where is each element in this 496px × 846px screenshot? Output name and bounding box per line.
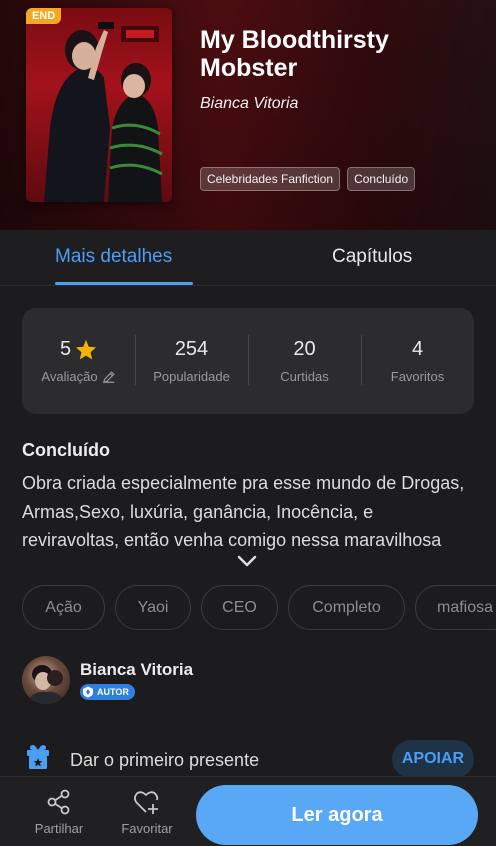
author-badge: AUTOR [80, 684, 135, 700]
genre-chip[interactable]: CEO [201, 585, 278, 630]
author-shield-icon [83, 686, 93, 698]
stat-favorites: 4 Favoritos [361, 329, 474, 393]
genre-chip[interactable]: mafiosa [415, 585, 496, 630]
author-row[interactable]: Bianca Vitoria AUTOR [22, 656, 474, 706]
completion-status: Concluído [22, 440, 110, 460]
share-icon [47, 789, 70, 815]
stat-likes: 20 Curtidas [248, 329, 361, 393]
end-badge: END [26, 8, 62, 24]
book-tags: Celebridades Fanfiction Concluído [200, 167, 416, 191]
book-header: END My Bloodthirsty Mobster Bianca Vitor… [0, 0, 496, 230]
book-cover[interactable]: END [26, 8, 172, 202]
cover-illustration [44, 22, 163, 202]
bottom-action-bar: Partilhar Favoritar Ler agora [0, 776, 496, 846]
heart-plus-icon [133, 791, 159, 814]
gift-icon [27, 745, 49, 769]
stat-popularity: 254 Popularidade [135, 329, 248, 393]
book-title: My Bloodthirsty Mobster [200, 26, 389, 82]
likes-value: 20 [293, 338, 316, 360]
read-now-button[interactable]: Ler agora [196, 785, 478, 845]
favorite-button[interactable]: Favoritar [112, 789, 182, 836]
star-icon [76, 339, 97, 360]
share-button[interactable]: Partilhar [24, 789, 94, 836]
genre-chip[interactable]: Ação [22, 585, 105, 630]
synopsis: Obra criada especialmente pra esse mundo… [22, 473, 465, 550]
tag-category[interactable]: Celebridades Fanfiction [200, 167, 341, 191]
support-button[interactable]: APOIAR [392, 740, 474, 778]
likes-label: Curtidas [280, 369, 329, 384]
author-name[interactable]: Bianca Vitoria [80, 660, 193, 680]
gift-prompt: Dar o primeiro presente [70, 750, 260, 770]
book-author[interactable]: Bianca Vitoria [200, 95, 298, 113]
favorite-label: Favoritar [121, 821, 173, 836]
tab-details[interactable]: Mais detalhes [55, 246, 172, 268]
avatar-image [26, 665, 66, 704]
genre-chips: Ação Yaoi CEO Completo mafiosa [22, 585, 496, 630]
rating-label: Avaliação [41, 369, 98, 384]
active-tab-indicator [55, 282, 193, 285]
favorites-value: 4 [411, 338, 424, 360]
genre-chip[interactable]: Yaoi [115, 585, 191, 630]
gift-row: Dar o primeiro presente APOIAR [22, 740, 474, 780]
pencil-icon[interactable] [102, 370, 116, 384]
detail-tabs: Mais detalhes Capítulos [0, 230, 496, 286]
chevron-down-icon[interactable] [236, 554, 258, 568]
genre-chip[interactable]: Completo [288, 585, 405, 630]
author-badge-label: AUTOR [97, 687, 129, 697]
tag-status[interactable]: Concluído [347, 167, 416, 191]
favorites-label: Favoritos [390, 369, 445, 384]
stat-rating[interactable]: 5 Avaliação [22, 329, 135, 393]
avatar[interactable] [22, 656, 70, 704]
rating-value: 5 [59, 338, 72, 360]
popularity-label: Popularidade [153, 369, 230, 384]
share-label: Partilhar [34, 821, 84, 836]
stats-card: 5 Avaliação 254 Popularidade 20 Curtidas… [22, 308, 474, 414]
tab-chapters[interactable]: Capítulos [332, 246, 412, 268]
popularity-value: 254 [174, 338, 209, 360]
